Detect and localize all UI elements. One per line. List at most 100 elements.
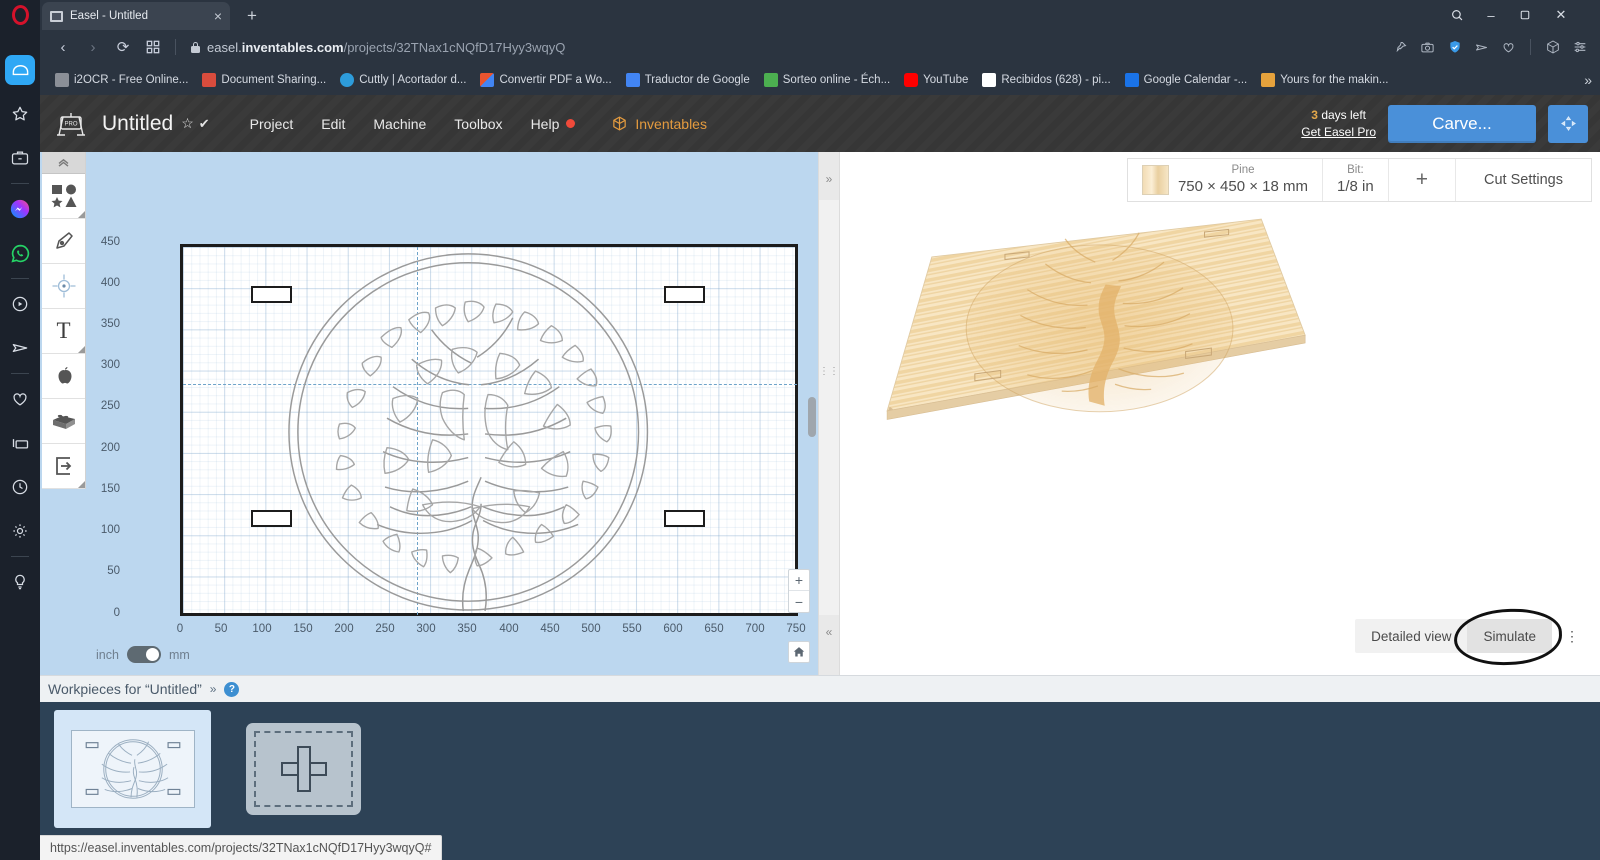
easel-main: T 450 400 350 300 250 200 150 100 50 0 0… [40,152,1600,860]
back-button[interactable]: ‹ [48,33,78,61]
sidebar-item-tips[interactable] [0,560,40,604]
get-easel-pro-link[interactable]: Get Easel Pro [1301,124,1376,140]
zoom-fit-home-button[interactable] [788,641,810,663]
tab-close-icon[interactable]: × [214,9,222,23]
bookmark-item[interactable]: Google Calendar -... [1118,68,1255,92]
tool-import[interactable] [42,444,85,489]
menu-edit[interactable]: Edit [307,110,359,138]
send-icon[interactable] [1469,35,1494,60]
bookmark-item[interactable]: Cuttly | Acortador d... [333,68,473,92]
project-title[interactable]: Untitled [102,112,173,136]
carve-button[interactable]: Carve... [1388,104,1536,143]
bookmark-item[interactable]: i2OCR - Free Online... [48,68,195,92]
workpiece-card-selected[interactable] [54,710,211,828]
units-mm-label: mm [168,647,190,662]
lock-icon [191,41,200,53]
jog-machine-button[interactable] [1548,104,1588,143]
bookmark-item[interactable]: Recibidos (628) - pi... [975,68,1117,92]
tool-bricks[interactable] [42,399,85,444]
reload-button[interactable]: ⟳ [108,33,138,61]
window-minimize-button[interactable]: – [1478,4,1504,26]
pane-splitter[interactable]: » ⋮⋮ « [818,152,840,675]
favorite-star-icon[interactable]: ☆ [181,115,194,132]
address-bar[interactable]: easel.inventables.com/projects/32TNax1cN… [183,34,1388,60]
bookmark-item[interactable]: Sorteo online - Éch... [757,68,897,92]
inventables-link[interactable]: Inventables [603,111,715,136]
easel-pro-logo-icon[interactable]: PRO [54,109,88,139]
sidebar-item-pinboard[interactable] [0,377,40,421]
bookmark-favicon-icon [202,72,217,87]
workpiece-thumbnail-design [85,739,180,799]
workpieces-help-icon[interactable]: ? [224,681,240,697]
3d-material-preview[interactable] [840,152,1600,675]
sidebar-item-workspaces[interactable] [0,136,40,180]
workpiece-card-add[interactable] [225,710,382,828]
pin-icon[interactable] [1388,35,1413,60]
sidebar-item-favorites[interactable] [0,92,40,136]
detailed-view-button[interactable]: Detailed view [1355,619,1467,653]
bookmark-item[interactable]: Yours for the makin... [1254,68,1395,92]
tool-apps[interactable] [42,354,85,399]
sidebar-item-telegram[interactable] [0,326,40,370]
sidebar-item-settings[interactable] [0,509,40,553]
add-workpiece-button[interactable] [246,723,361,815]
browser-tab-easel[interactable]: Easel - Untitled × [42,2,230,30]
sliders-icon[interactable] [1567,35,1592,60]
tool-pen[interactable] [42,219,85,264]
sidebar-item-player[interactable] [0,282,40,326]
menu-toolbox[interactable]: Toolbox [440,110,516,138]
bookmark-item[interactable]: Document Sharing... [195,68,333,92]
preview-more-options-button[interactable]: ⋮ [1562,619,1582,653]
tool-expand-corner[interactable] [78,481,85,488]
canvas-vertical-scrollbar[interactable] [808,397,816,437]
new-tab-button[interactable]: + [240,4,264,28]
sidebar-item-history[interactable] [0,465,40,509]
zoom-in-button[interactable]: + [789,570,809,591]
shield-icon[interactable] [1442,35,1467,60]
sidebar-item-flow[interactable] [0,421,40,465]
bookmark-favicon-icon [1261,72,1276,87]
window-maximize-button[interactable] [1512,4,1538,26]
shapes-icon [51,184,76,208]
bookmark-item[interactable]: Convertir PDF a Wo... [473,68,618,92]
zoom-out-button[interactable]: − [789,591,809,612]
preview-pane[interactable]: Pine 750 × 450 × 18 mm Bit: 1/8 in + Cut… [840,152,1600,675]
menu-project[interactable]: Project [236,110,308,138]
cube-icon[interactable] [1540,35,1565,60]
window-search-icon[interactable] [1444,4,1470,26]
units-toggle[interactable]: inch mm [96,646,190,663]
tool-text[interactable]: T [42,309,85,354]
camera-icon[interactable] [1415,35,1440,60]
window-close-button[interactable]: ✕ [1548,4,1574,26]
tool-expand-corner[interactable] [78,211,85,218]
design-canvas-pane[interactable]: T 450 400 350 300 250 200 150 100 50 0 0… [40,152,818,675]
work-area[interactable] [180,244,798,616]
design-plot[interactable]: 450 400 350 300 250 200 150 100 50 0 0 5… [90,152,818,675]
tool-palette-collapse-button[interactable] [42,152,85,174]
units-switch[interactable] [126,646,161,663]
workpieces-collapse-button[interactable]: » [210,682,217,696]
grid-icon[interactable] [138,33,168,61]
heart-icon[interactable] [1496,35,1521,60]
x-tick-label: 550 [622,623,642,635]
sidebar-item-whatsapp[interactable] [0,231,40,275]
bookmark-item[interactable]: Traductor de Google [619,68,757,92]
tool-shapes[interactable] [42,174,85,219]
browser-window: Easel - Untitled × + – ✕ ‹ › ⟳ easel.inv… [0,0,1600,860]
sidebar-item-home[interactable] [0,48,40,92]
splitter-grip[interactable]: ⋮⋮ [819,367,839,377]
sidebar-item-messenger[interactable] [0,187,40,231]
collapse-design-pane-button[interactable]: » [819,152,839,200]
opera-logo-icon[interactable] [0,0,40,30]
forward-button[interactable]: › [78,33,108,61]
bookmark-item[interactable]: YouTube [897,68,975,92]
tool-center-point[interactable] [42,264,85,309]
bookmark-label: i2OCR - Free Online... [74,73,189,86]
tree-of-life-design[interactable] [183,247,795,613]
whatsapp-icon [10,244,29,263]
tool-expand-corner[interactable] [78,346,85,353]
collapse-preview-pane-button[interactable]: « [819,615,839,675]
menu-machine[interactable]: Machine [359,110,440,138]
bookmarks-overflow-button[interactable]: » [1584,72,1592,88]
menu-help[interactable]: Help [517,110,590,138]
